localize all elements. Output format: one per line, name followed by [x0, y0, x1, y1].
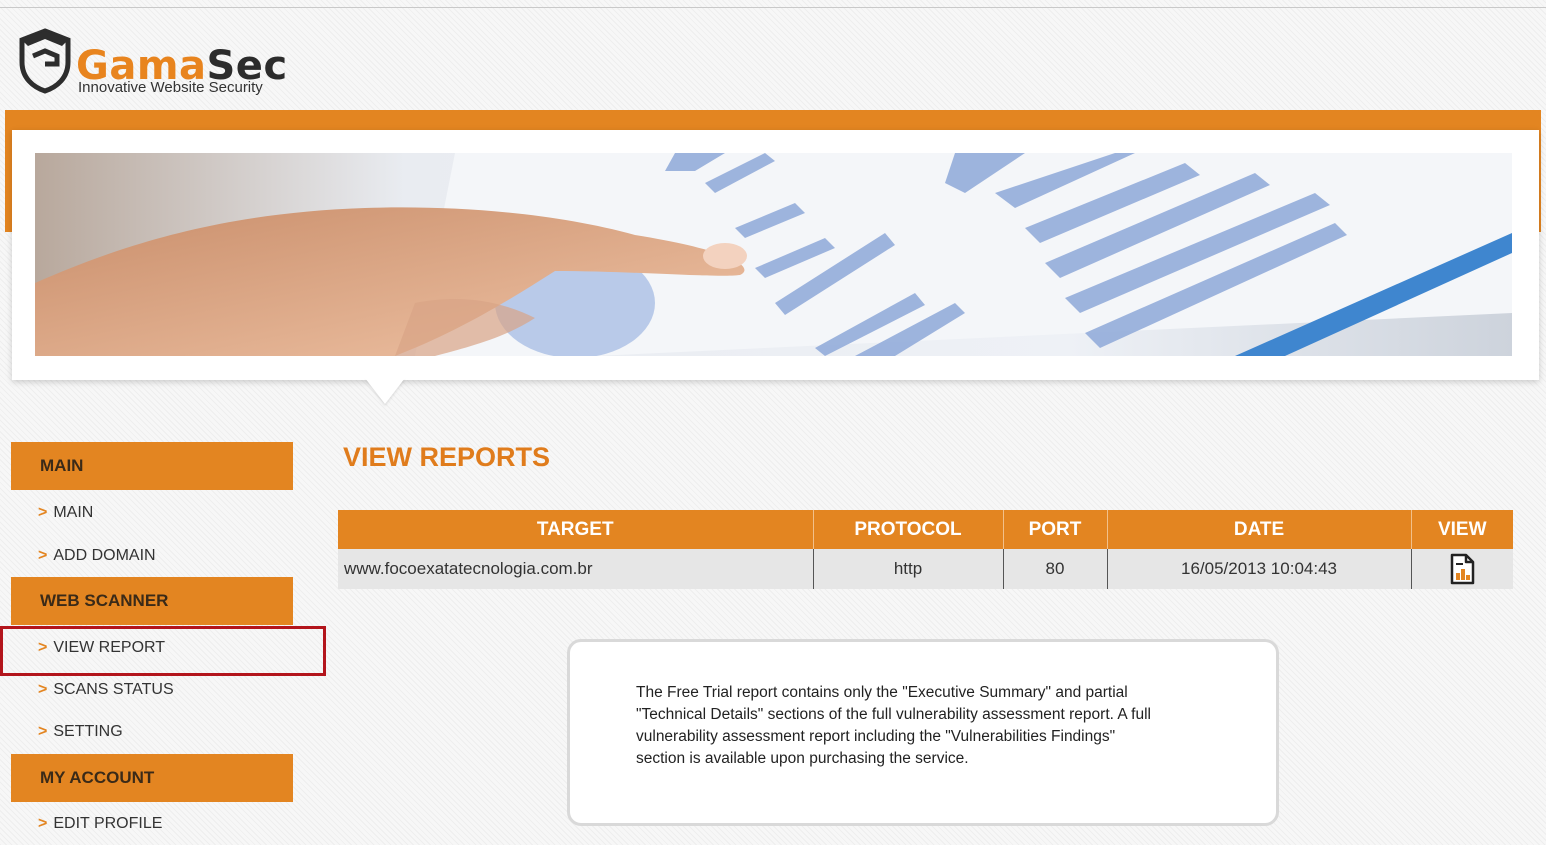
top-border [0, 7, 1546, 8]
banner-image [35, 153, 1512, 356]
banner-pointer [365, 378, 405, 404]
cell-protocol: http [813, 549, 1004, 589]
table-row: www.focoexatatecnologia.com.br http 80 1… [338, 549, 1513, 589]
page-title: VIEW REPORTS [343, 442, 551, 472]
report-chart-icon[interactable] [1449, 553, 1475, 585]
column-header-port: PORT [1003, 510, 1108, 549]
cell-port: 80 [1003, 549, 1108, 589]
notice-text: The Free Trial report contains only the … [636, 684, 1151, 767]
sidebar-section-main: MAIN [11, 442, 293, 490]
sidebar-item-setting[interactable]: > SETTING [38, 722, 123, 742]
sidebar-section-web-scanner: WEB SCANNER [11, 577, 293, 625]
logo-tagline: Innovative Website Security [78, 79, 263, 96]
cell-date: 16/05/2013 10:04:43 [1107, 549, 1412, 589]
table-header-row: TARGET PROTOCOL PORT DATE VIEW [338, 510, 1513, 549]
column-header-protocol: PROTOCOL [813, 510, 1004, 549]
shield-icon [19, 28, 71, 94]
cell-view [1411, 549, 1513, 589]
cell-target: www.focoexatatecnologia.com.br [338, 549, 814, 589]
column-header-view: VIEW [1411, 510, 1513, 549]
sidebar-item-main[interactable]: > MAIN [38, 503, 93, 523]
sidebar-item-edit-profile[interactable]: > EDIT PROFILE [38, 814, 162, 834]
sidebar-section-my-account: MY ACCOUNT [11, 754, 293, 802]
gamasec-logo[interactable]: GamaSec Innovative Website Security [18, 28, 318, 98]
reports-table: TARGET PROTOCOL PORT DATE VIEW www.focoe… [338, 510, 1513, 589]
column-header-target: TARGET [338, 510, 814, 549]
sidebar-item-add-domain[interactable]: > ADD DOMAIN [38, 546, 156, 566]
free-trial-notice: The Free Trial report contains only the … [567, 639, 1279, 826]
view-report-highlight-box [0, 626, 326, 676]
sidebar-item-scans-status[interactable]: > SCANS STATUS [38, 680, 174, 700]
column-header-date: DATE [1107, 510, 1412, 549]
